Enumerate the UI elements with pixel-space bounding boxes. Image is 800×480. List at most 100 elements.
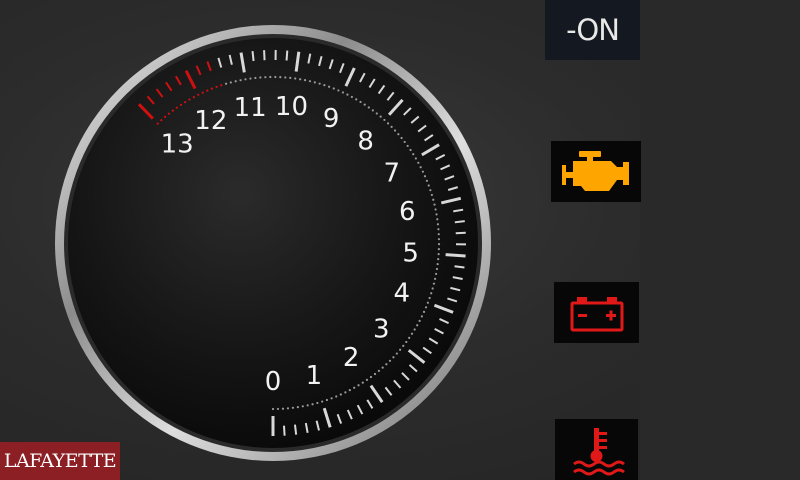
tick-dot — [430, 193, 433, 197]
minor-tick — [293, 424, 298, 435]
gauge-label: 0 — [265, 367, 282, 397]
tick-dot — [234, 80, 237, 83]
tick-dot — [341, 91, 345, 94]
tick-dot — [414, 157, 417, 160]
gauge-label: 6 — [399, 197, 416, 227]
tick-dot — [308, 80, 312, 83]
gauge-label: 10 — [275, 92, 308, 122]
tick-dot — [239, 79, 242, 82]
status-indicator: -ON — [545, 0, 640, 60]
tachometer-gauge: 0 12345678910111213 — [55, 25, 491, 461]
tick-dot — [224, 82, 228, 85]
tick-dot — [425, 179, 429, 182]
tick-dot — [332, 87, 335, 90]
tick-dot — [220, 84, 223, 87]
tick-dot — [377, 369, 380, 372]
tick-dot — [337, 89, 340, 92]
tick-dot — [392, 356, 395, 359]
tick-dot — [301, 405, 304, 408]
gauge-label: 11 — [234, 93, 267, 123]
tick-dot — [375, 112, 378, 115]
check-engine-icon — [562, 150, 629, 191]
tick-dot — [423, 175, 427, 178]
tick-dot — [156, 122, 159, 125]
gauge-label: 13 — [161, 130, 194, 160]
tick-dot — [323, 84, 326, 87]
tick-dot — [430, 292, 433, 295]
gauge-label: 9 — [323, 104, 340, 134]
tick-dot — [249, 77, 252, 80]
temperature-warning-light — [555, 419, 638, 480]
tick-dot — [436, 262, 439, 266]
tick-dot — [299, 78, 302, 81]
tick-dot — [359, 100, 362, 104]
tick-dot — [379, 115, 382, 118]
tick-dot — [381, 366, 384, 369]
tick-dot — [163, 115, 167, 118]
gauge-label: 7 — [383, 159, 400, 189]
tick-dot — [291, 406, 295, 409]
tick-dot — [418, 319, 421, 322]
tick-dot — [395, 352, 398, 355]
tick-dot — [350, 95, 353, 99]
tick-dot — [433, 203, 436, 206]
tick-dot — [437, 238, 441, 241]
tick-dot — [406, 144, 409, 148]
tick-dot — [412, 153, 415, 156]
tick-dot — [363, 103, 366, 106]
tick-dot — [330, 397, 333, 400]
tick-dot — [269, 75, 272, 79]
status-text: -ON — [566, 13, 620, 47]
tick-dot — [437, 253, 440, 256]
tick-dot — [289, 76, 292, 80]
tick-dot — [357, 384, 360, 387]
minor-tick — [454, 220, 465, 224]
minor-tick — [251, 50, 255, 62]
tick-dot — [188, 98, 191, 101]
tick-dot — [339, 393, 342, 396]
minor-tick — [283, 425, 286, 436]
tick-dot — [429, 189, 432, 192]
tick-dot — [353, 386, 356, 389]
tick-dot — [400, 136, 403, 140]
tick-dot — [281, 407, 285, 410]
tick-dot — [417, 161, 420, 164]
tick-dot — [409, 148, 412, 152]
logo-text: LAFAYETTE — [3, 450, 117, 472]
tick-dot — [436, 223, 440, 226]
tick-dot — [369, 375, 373, 379]
tick-dot — [422, 310, 426, 313]
gauge-label: 1 — [306, 361, 323, 391]
tick-dot — [383, 118, 386, 122]
tick-dot — [435, 267, 439, 271]
tick-dot — [385, 363, 388, 366]
tick-dot — [413, 328, 416, 331]
tick-dot — [254, 76, 257, 80]
gauge-label: 2 — [343, 343, 360, 373]
tick-dot — [179, 103, 183, 106]
tick-dot — [408, 336, 411, 339]
battery-warning-light — [554, 282, 639, 343]
tick-dot — [361, 381, 364, 384]
tick-dot — [328, 85, 331, 88]
tick-dot — [175, 106, 178, 109]
tick-dot — [403, 140, 406, 144]
tick-dot — [306, 404, 309, 407]
tick-dot — [346, 93, 349, 96]
tick-dot — [432, 198, 435, 201]
tick-dot — [313, 81, 316, 84]
tick-dot — [435, 213, 438, 216]
gauge-label: 4 — [393, 279, 410, 309]
tick-dot — [437, 258, 440, 261]
tick-dot — [431, 287, 434, 290]
tick-dot — [294, 77, 297, 80]
tick-dot — [426, 301, 429, 304]
tick-dot — [373, 372, 377, 376]
lafayette-logo: LAFAYETTE — [0, 442, 120, 480]
tick-dot — [419, 166, 422, 169]
tick-dot — [390, 125, 393, 128]
minor-tick — [455, 231, 466, 235]
tick-dot — [197, 93, 200, 96]
major-tick — [445, 253, 466, 258]
gauge-label: 8 — [357, 127, 374, 157]
